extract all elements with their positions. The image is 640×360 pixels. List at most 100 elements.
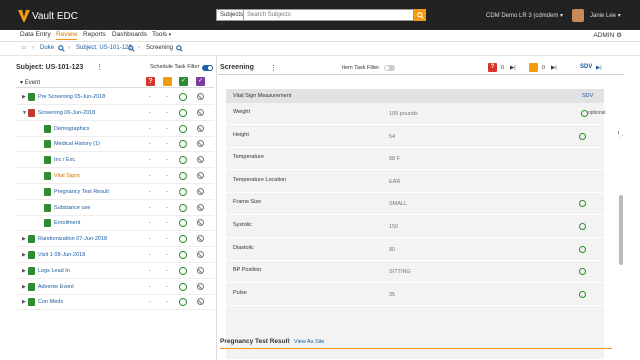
not-applicable-icon[interactable]	[197, 219, 204, 227]
event-row[interactable]: ▶ Logs Lead In - -	[16, 263, 214, 279]
form-row[interactable]: Demographics - -	[16, 121, 214, 137]
vault-logo[interactable]: Vault EDC	[18, 9, 78, 23]
row-label[interactable]: Medical History (1)	[54, 141, 100, 147]
form-item-row[interactable]: Height 54	[226, 126, 604, 148]
form-item-row[interactable]: Weight 109 pounds optional	[226, 103, 606, 125]
form-item-row[interactable]: Systolic 150	[226, 216, 604, 238]
form-item-row[interactable]: Pulse 35	[226, 284, 604, 306]
form-item-row[interactable]: Diastolic 80	[226, 239, 604, 261]
row-label[interactable]: Randomization 07-Jun-2018	[38, 236, 107, 242]
sdv-status-icon[interactable]	[179, 172, 187, 180]
form-item-row[interactable]: Temperature Location EAR	[226, 171, 604, 193]
row-label[interactable]: Enrollment	[54, 220, 80, 226]
not-applicable-icon[interactable]	[197, 266, 204, 274]
row-label[interactable]: Pregnancy Test Result	[54, 189, 109, 195]
not-applicable-icon[interactable]	[197, 124, 204, 132]
event-row[interactable]: ▶ Pre Screening 05-Jun-2018 - -	[16, 89, 214, 105]
subject-menu-icon[interactable]: ⋮	[96, 63, 103, 71]
panel-divider[interactable]	[216, 56, 217, 360]
not-applicable-icon[interactable]	[197, 108, 204, 116]
expand-icon[interactable]: ▶	[22, 236, 26, 242]
form-row[interactable]: Enrollment - -	[16, 215, 214, 232]
event-row[interactable]: ▶ Con Meds - -	[16, 294, 214, 311]
row-label[interactable]: Inc / Exc	[54, 157, 75, 163]
not-applicable-icon[interactable]	[197, 251, 204, 258]
row-label[interactable]: Visit 1 08-Jun-2018	[38, 252, 85, 258]
comment-icon[interactable]	[529, 63, 538, 72]
row-label[interactable]: Screening 06-Jun-2018	[38, 110, 95, 116]
form-item-row[interactable]: Temperature 88 F	[226, 148, 604, 171]
event-row[interactable]: ▶ Adverse Event - -	[16, 279, 214, 295]
nav-tools[interactable]: Tools	[152, 31, 171, 38]
expand-icon[interactable]: ▶	[22, 299, 26, 305]
sdv-status-icon[interactable]	[179, 93, 187, 101]
nav-reports[interactable]: Reports	[83, 31, 106, 38]
breadcrumb-site-search-icon[interactable]	[58, 45, 65, 54]
event-row[interactable]: ▶ Visit 1 08-Jun-2018 - -	[16, 247, 214, 263]
expand-icon[interactable]: ▶	[22, 268, 26, 274]
row-label[interactable]: Adverse Event	[38, 284, 74, 290]
sdv-status-icon[interactable]	[179, 298, 187, 307]
sdv-item-icon[interactable]	[579, 132, 586, 140]
collapse-icon[interactable]: ▼	[22, 110, 27, 116]
query-next-icon[interactable]: ▶|	[510, 65, 516, 71]
sdv-item-icon[interactable]	[581, 110, 588, 117]
sdv-filter[interactable]: SDV	[580, 64, 592, 70]
form-row[interactable]: Pregnancy Test Result - -	[16, 184, 214, 200]
sdv-status-icon[interactable]	[179, 156, 187, 165]
search-button[interactable]	[414, 9, 426, 21]
breadcrumb-subject[interactable]: Subject: US-101-123	[76, 45, 132, 51]
sdv-item-icon[interactable]	[579, 268, 586, 276]
row-label[interactable]: Substance use	[54, 205, 90, 211]
sdv-status-icon[interactable]	[179, 187, 187, 196]
schedule-task-filter-toggle[interactable]	[202, 65, 213, 71]
sdv-item-icon[interactable]	[579, 200, 586, 208]
not-applicable-icon[interactable]	[197, 187, 204, 195]
not-applicable-icon[interactable]	[197, 203, 204, 211]
sdv-item-icon[interactable]	[579, 223, 586, 230]
row-label[interactable]: Logs Lead In	[38, 268, 70, 274]
item-task-filter-toggle[interactable]	[384, 65, 395, 71]
row-label[interactable]: Demographics	[54, 126, 89, 132]
admin-menu[interactable]: ADMIN ⚙	[593, 31, 622, 39]
comment-header-icon[interactable]	[163, 77, 172, 86]
not-applicable-icon[interactable]	[197, 140, 204, 148]
nav-review[interactable]: Review	[56, 31, 78, 40]
study-selector[interactable]: CDM Demo LR 3 (cdmdem	[486, 12, 563, 19]
sdv-item-icon[interactable]	[579, 245, 586, 253]
sdv-status-icon[interactable]	[179, 124, 187, 133]
event-row[interactable]: ▶ Randomization 07-Jun-2018 - -	[16, 231, 214, 248]
scrollbar[interactable]	[619, 195, 623, 265]
event-row[interactable]: ▼ Screening 06-Jun-2018 - -	[16, 105, 214, 121]
search-input[interactable]: Search Subjects	[244, 9, 414, 21]
sdv-item-icon[interactable]	[579, 290, 586, 298]
not-applicable-icon[interactable]	[197, 93, 204, 100]
event-menu-icon[interactable]: ⋮	[270, 64, 277, 72]
view-as-site-link[interactable]: View As Site	[294, 339, 324, 345]
row-label[interactable]: Con Meds	[38, 299, 63, 305]
avatar[interactable]	[572, 9, 584, 22]
form-item-row[interactable]: Frame Size SMALL	[226, 193, 604, 216]
sdv-status-icon[interactable]	[179, 203, 187, 212]
breadcrumb-event-search-icon[interactable]	[176, 45, 183, 54]
home-icon[interactable]: ⌂	[22, 45, 26, 51]
search-scope-select[interactable]: Subjects	[216, 9, 244, 21]
nav-dashboards[interactable]: Dashboards	[112, 31, 147, 38]
sdv-header-icon[interactable]: ✓	[179, 77, 188, 86]
sdv-status-icon[interactable]	[179, 219, 187, 228]
form-row[interactable]: Substance use - -	[16, 200, 214, 216]
sort-icon[interactable]: ▾	[20, 80, 23, 86]
form-item-row[interactable]: BP Position SITTING	[226, 261, 604, 284]
expand-icon[interactable]: ▶	[22, 284, 26, 290]
comment-next-icon[interactable]: ▶|	[551, 65, 557, 71]
review-header-icon[interactable]: ✓	[196, 77, 205, 86]
expand-icon[interactable]: ▶	[22, 252, 26, 258]
query-icon[interactable]: ?	[488, 63, 497, 72]
not-applicable-icon[interactable]	[197, 282, 204, 290]
sdv-next-icon[interactable]: ▶|	[596, 65, 602, 71]
breadcrumb-site[interactable]: Duke	[40, 45, 54, 51]
form-row[interactable]: Medical History (1) - -	[16, 136, 214, 153]
row-label[interactable]: Pre Screening 05-Jun-2018	[38, 94, 105, 100]
sdv-status-icon[interactable]	[179, 140, 187, 149]
sdv-status-icon[interactable]	[179, 108, 187, 117]
